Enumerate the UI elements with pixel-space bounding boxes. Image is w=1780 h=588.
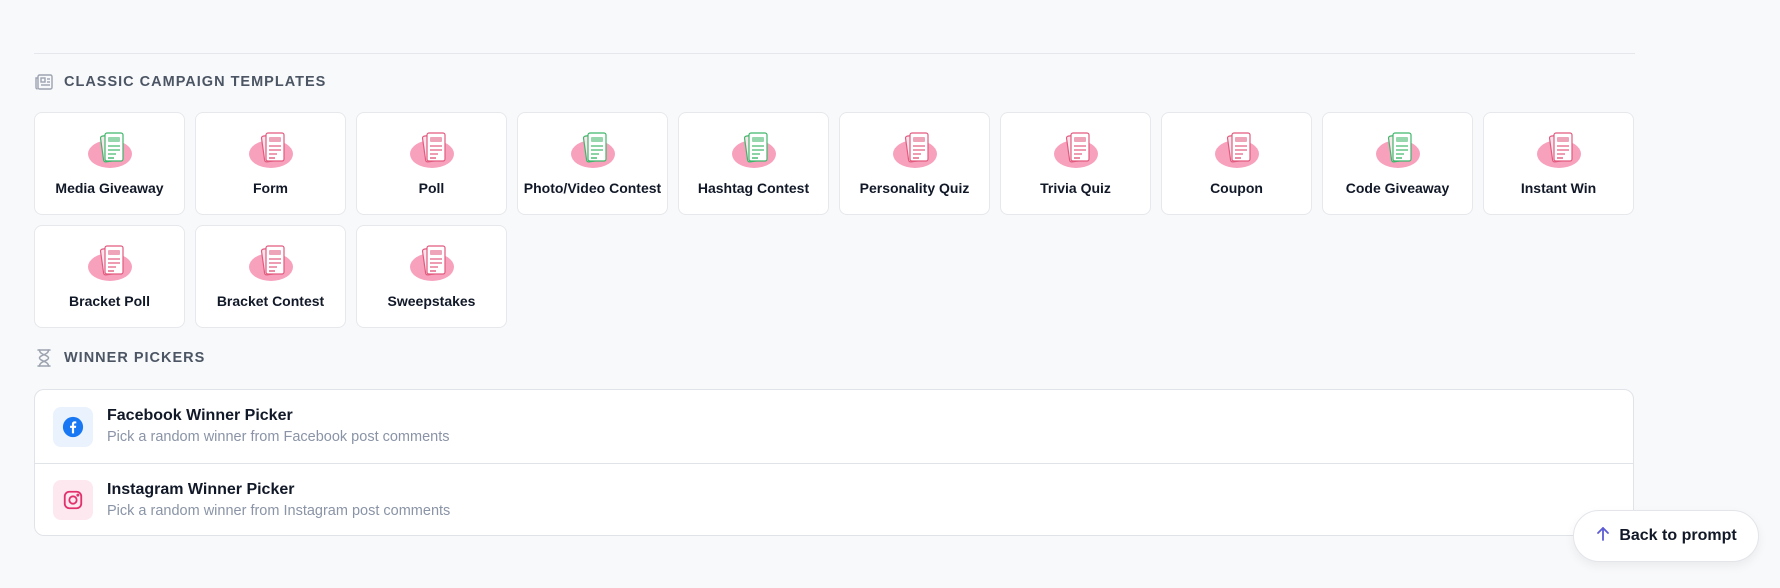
instant-win-icon [1536,132,1581,168]
template-label: Hashtag Contest [697,180,810,196]
template-tile[interactable]: Form [195,112,346,215]
section-title-templates: CLASSIC CAMPAIGN TEMPLATES [64,74,327,90]
section-header-winners: WINNER PICKERS [34,348,205,368]
winner-picker-list: Facebook Winner Picker Pick a random win… [34,389,1634,536]
template-tile[interactable]: Instant Win [1483,112,1634,215]
template-tile[interactable]: Poll [356,112,507,215]
instagram-icon [53,480,93,520]
template-label: Coupon [1210,180,1263,196]
section-header-templates: CLASSIC CAMPAIGN TEMPLATES [34,72,326,92]
template-label: Code Giveaway [1345,180,1450,196]
template-label: Sweepstakes [387,293,476,309]
personality-quiz-icon [892,132,937,168]
back-to-prompt-label: Back to prompt [1619,527,1737,544]
template-tile[interactable]: Media Giveaway [34,112,185,215]
newspaper-icon [34,72,54,92]
back-to-prompt-button[interactable]: Back to prompt [1573,510,1759,562]
template-tile[interactable]: Hashtag Contest [678,112,829,215]
poll-icon [409,132,454,168]
template-tile[interactable]: Coupon [1161,112,1312,215]
template-label: Bracket Poll [69,293,150,309]
facebook-winner-picker[interactable]: Facebook Winner Picker Pick a random win… [35,390,1633,463]
template-tile[interactable]: Bracket Contest [195,225,346,328]
form-icon [248,132,293,168]
template-tile[interactable]: Code Giveaway [1322,112,1473,215]
hashtag-contest-icon [731,132,776,168]
template-label: Photo/Video Contest [523,180,662,196]
template-label: Personality Quiz [859,180,970,196]
template-label: Instant Win [1520,180,1597,196]
template-tile[interactable]: Sweepstakes [356,225,507,328]
bracket-poll-icon [87,245,132,281]
picker-title: Facebook Winner Picker [107,407,293,424]
template-tile[interactable]: Personality Quiz [839,112,990,215]
picker-subtitle: Pick a random winner from Facebook post … [107,429,450,445]
template-tile[interactable]: Photo/Video Contest [517,112,668,215]
instagram-winner-picker[interactable]: Instagram Winner Picker Pick a random wi… [35,463,1633,535]
arrow-up-icon [1595,526,1611,547]
template-label: Form [253,180,288,196]
top-divider [34,53,1635,54]
sweepstakes-icon [409,245,454,281]
facebook-icon [53,406,93,447]
template-tile[interactable]: Trivia Quiz [1000,112,1151,215]
trivia-quiz-icon [1053,132,1098,168]
template-tile[interactable]: Bracket Poll [34,225,185,328]
template-grid: Media Giveaway Form Poll Photo/Video Contes… [34,112,1646,328]
template-label: Poll [418,180,445,196]
picker-title: Instagram Winner Picker [107,480,295,498]
media-giveaway-icon [87,132,132,168]
template-label: Bracket Contest [216,293,325,309]
code-giveaway-icon [1375,132,1420,168]
hourglass-icon [34,348,54,368]
template-label: Media Giveaway [55,180,164,196]
template-label: Trivia Quiz [1040,180,1111,196]
bracket-contest-icon [248,245,293,281]
photo-video-contest-icon [570,132,615,168]
picker-subtitle: Pick a random winner from Instagram post… [107,502,451,519]
section-title-winners: WINNER PICKERS [64,350,206,366]
coupon-icon [1214,132,1259,168]
